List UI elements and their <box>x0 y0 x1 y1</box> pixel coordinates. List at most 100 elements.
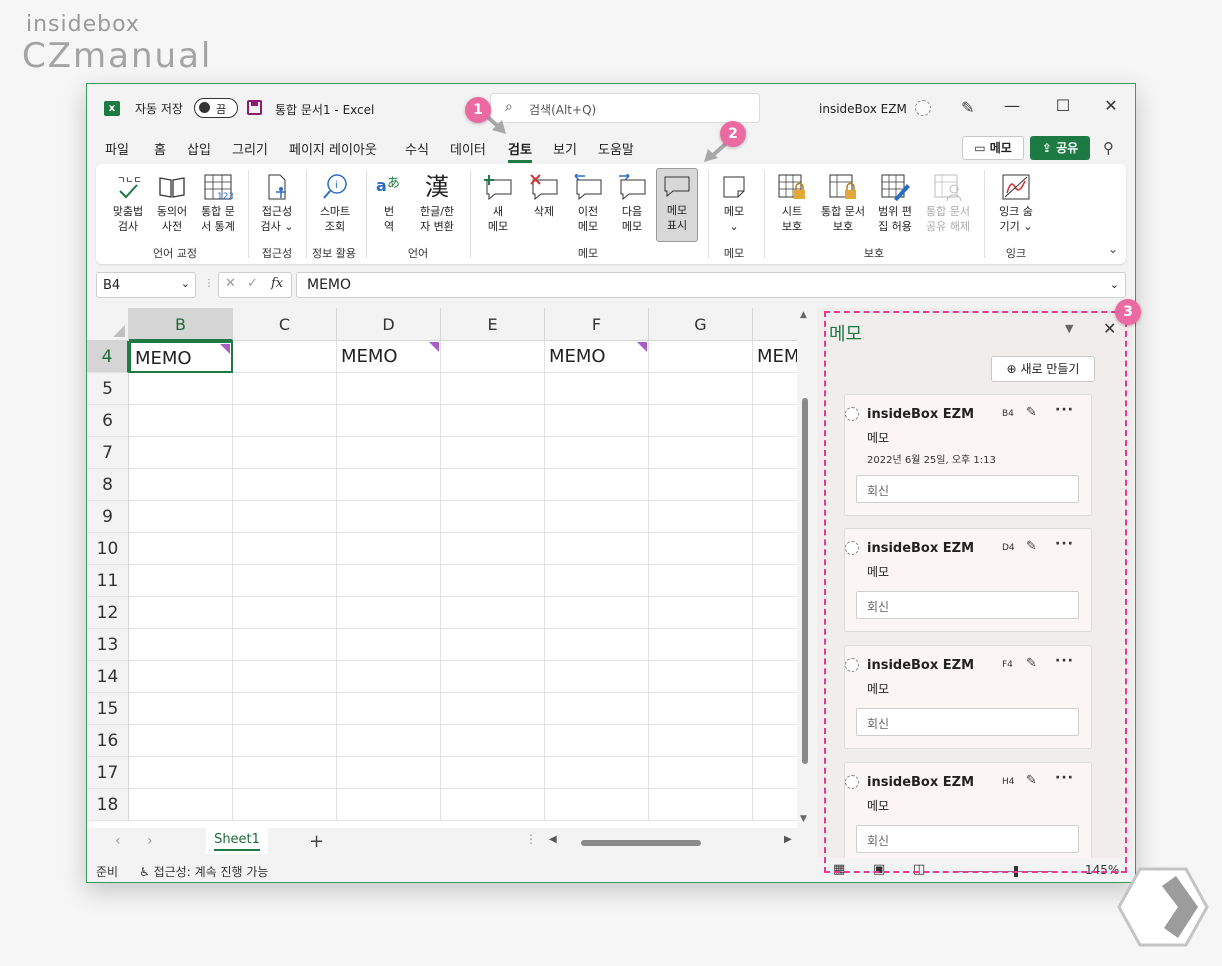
horizontal-scroll-thumb[interactable] <box>581 840 701 846</box>
grid-cell[interactable] <box>649 789 753 821</box>
formula-input[interactable]: MEMO ⌄ <box>296 272 1126 298</box>
row-header-9[interactable]: 9 <box>87 501 129 533</box>
tab-help[interactable]: 도움말 <box>598 139 634 158</box>
grid-cell[interactable] <box>545 469 649 501</box>
grid-cell[interactable] <box>753 533 797 565</box>
grid-cell[interactable] <box>753 597 797 629</box>
prev-sheet-icon[interactable]: ‹ <box>115 833 121 849</box>
search-box[interactable]: ⌕ 검색(Alt+Q) <box>490 93 760 123</box>
tab-draw[interactable]: 그리기 <box>232 139 268 158</box>
grid-cell[interactable] <box>441 501 545 533</box>
confirm-entry-icon[interactable]: ✓ <box>247 276 258 291</box>
grid-cell[interactable] <box>649 693 753 725</box>
grid-cell[interactable] <box>337 565 441 597</box>
grid-cell[interactable] <box>233 437 337 469</box>
grid-cell[interactable] <box>337 693 441 725</box>
row-header-13[interactable]: 13 <box>87 629 129 661</box>
grid-cell[interactable] <box>337 597 441 629</box>
column-header-f[interactable]: F <box>545 308 649 341</box>
grid-cell[interactable] <box>233 789 337 821</box>
grid-cell[interactable] <box>649 725 753 757</box>
grid-cell[interactable] <box>441 789 545 821</box>
grid-cell[interactable] <box>441 725 545 757</box>
grid-cell[interactable] <box>753 405 797 437</box>
grid-cell[interactable] <box>753 629 797 661</box>
grid-cell[interactable] <box>233 565 337 597</box>
grid-cell[interactable] <box>129 533 233 565</box>
autosave-toggle[interactable]: 끔 <box>194 98 238 118</box>
new-comment-button[interactable]: 새 메모 <box>478 170 518 234</box>
grid-cell[interactable] <box>129 405 233 437</box>
grid-cell[interactable] <box>233 533 337 565</box>
column-header-d[interactable]: D <box>337 308 441 341</box>
tab-split-grip-icon[interactable]: ⋮ <box>525 832 537 846</box>
row-header-18[interactable]: 18 <box>87 789 129 821</box>
comment-indicator[interactable] <box>429 342 439 352</box>
grid-cell[interactable] <box>441 565 545 597</box>
grid-cell[interactable] <box>545 789 649 821</box>
protect-sheet-button[interactable]: 시트 보호 <box>772 170 812 234</box>
grid-cell[interactable] <box>545 693 649 725</box>
cell-f4[interactable]: MEMO <box>545 341 649 373</box>
grid-cell[interactable] <box>233 469 337 501</box>
tab-insert[interactable]: 삽입 <box>187 139 211 158</box>
grid-cell[interactable] <box>545 437 649 469</box>
grid-cell[interactable] <box>337 373 441 405</box>
grid-cell[interactable] <box>233 629 337 661</box>
grid-cell[interactable] <box>441 629 545 661</box>
grid-cell[interactable] <box>129 757 233 789</box>
tab-page-layout[interactable]: 페이지 레이아웃 <box>289 139 377 158</box>
scroll-up-icon[interactable]: ▲ <box>800 310 807 320</box>
row-header-8[interactable]: 8 <box>87 469 129 501</box>
grid-cell[interactable] <box>441 757 545 789</box>
grid-cell[interactable] <box>337 725 441 757</box>
row-header-12[interactable]: 12 <box>87 597 129 629</box>
allow-edit-ranges-button[interactable]: 범위 편 집 허용 <box>872 170 918 234</box>
show-comments-button[interactable]: 메모 표시 <box>656 168 698 242</box>
grid-cell[interactable] <box>337 661 441 693</box>
cell-b4[interactable]: MEMO <box>129 341 233 373</box>
grid-cell[interactable] <box>129 629 233 661</box>
row-header-10[interactable]: 10 <box>87 533 129 565</box>
vertical-scrollbar[interactable]: ▲ ▼ <box>797 308 813 828</box>
grid-cell[interactable] <box>649 533 753 565</box>
tab-home[interactable]: 홈 <box>154 139 166 158</box>
name-box-chevron-icon[interactable]: ⌄ <box>181 277 190 290</box>
row-header-6[interactable]: 6 <box>87 405 129 437</box>
grid-cell[interactable] <box>337 405 441 437</box>
grid-cell[interactable] <box>753 501 797 533</box>
grid-cell[interactable] <box>545 405 649 437</box>
grid-cell[interactable] <box>129 565 233 597</box>
formula-expand-chevron-icon[interactable]: ⌄ <box>1110 278 1119 291</box>
hanja-convert-button[interactable]: 漢 한글/한 자 변환 <box>410 170 464 234</box>
grid-cell[interactable] <box>649 437 753 469</box>
hide-ink-button[interactable]: 잉크 숨 기기 ⌄ <box>992 170 1040 234</box>
grid-cell[interactable] <box>649 597 753 629</box>
grid-cell[interactable] <box>753 789 797 821</box>
row-header-17[interactable]: 17 <box>87 757 129 789</box>
comment-indicator[interactable] <box>220 344 230 354</box>
grid-cell[interactable] <box>233 501 337 533</box>
grid-cell[interactable] <box>649 661 753 693</box>
grid-cell[interactable] <box>129 469 233 501</box>
workbook-stats-button[interactable]: 123 통합 문 서 통계 <box>194 170 242 234</box>
grid-cell[interactable] <box>545 757 649 789</box>
tab-file[interactable]: 파일 <box>105 139 129 158</box>
grid-cell[interactable] <box>233 661 337 693</box>
grid-cell[interactable] <box>129 373 233 405</box>
ribbon-expand-chevron-icon[interactable]: ⌄ <box>1108 242 1118 256</box>
grid-cell[interactable] <box>337 789 441 821</box>
maximize-button[interactable]: ☐ <box>1051 96 1075 115</box>
tab-formulas[interactable]: 수식 <box>405 139 429 158</box>
tab-review[interactable]: 검토 <box>508 139 532 163</box>
row-header-11[interactable]: 11 <box>87 565 129 597</box>
column-header-g[interactable]: G <box>649 308 753 341</box>
scroll-left-icon[interactable]: ◀ <box>549 834 557 845</box>
grid-cell[interactable] <box>233 597 337 629</box>
grid-cell[interactable] <box>545 565 649 597</box>
unshare-workbook-button[interactable]: 통합 문서 공유 해제 <box>920 170 976 234</box>
grid-cell[interactable] <box>441 597 545 629</box>
designer-pen-icon[interactable]: ✎ <box>961 98 974 117</box>
row-header-4[interactable]: 4 <box>87 341 129 373</box>
column-header-h[interactable] <box>753 308 797 341</box>
